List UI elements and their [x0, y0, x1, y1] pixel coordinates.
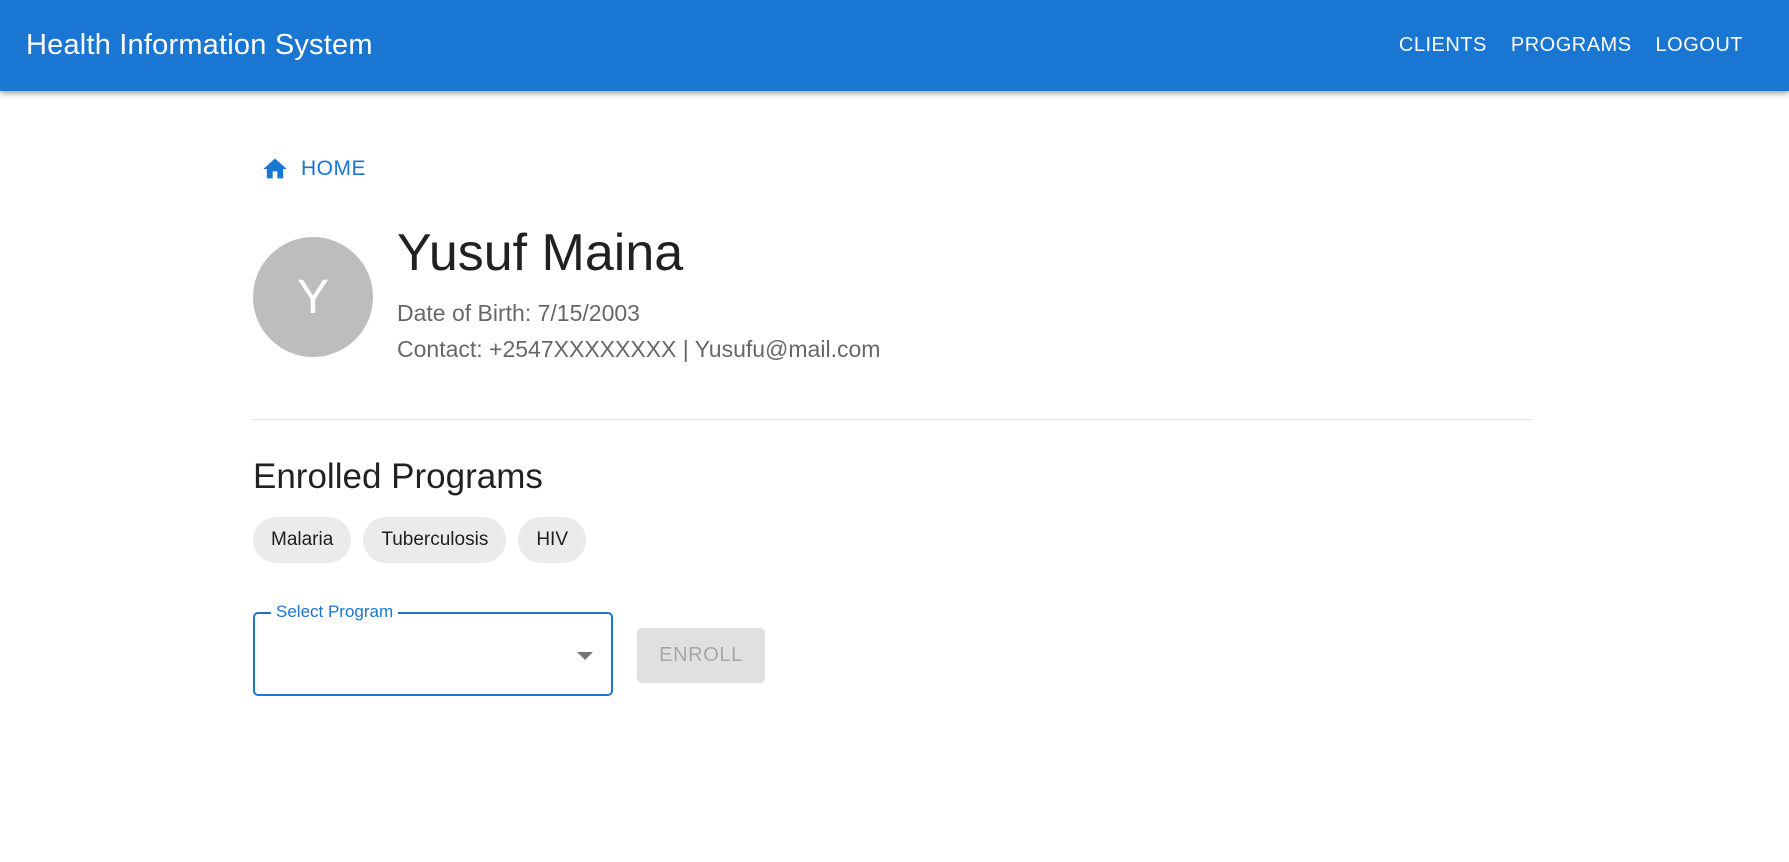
- enrolled-programs-list: Malaria Tuberculosis HIV: [253, 517, 587, 563]
- avatar: Y: [253, 237, 373, 357]
- client-profile: Y Yusuf Maina Date of Birth: 7/15/2003 C…: [253, 224, 881, 367]
- breadcrumb-label: HOME: [301, 157, 366, 180]
- select-program-label: Select Program: [271, 602, 399, 622]
- caret-down-icon: [577, 652, 593, 660]
- enroll-button[interactable]: ENROLL: [637, 628, 765, 683]
- enrolled-programs-title: Enrolled Programs: [253, 457, 543, 496]
- program-chip-hiv: HIV: [518, 517, 587, 563]
- client-info: Yusuf Maina Date of Birth: 7/15/2003 Con…: [397, 224, 881, 367]
- client-name: Yusuf Maina: [397, 224, 684, 282]
- client-contact: Contact: +2547XXXXXXXX | Yusufu@mail.com: [397, 336, 881, 362]
- divider: [253, 419, 1531, 420]
- top-nav: CLIENTS PROGRAMS LOGOUT: [1387, 24, 1755, 67]
- home-icon: [261, 155, 289, 183]
- breadcrumb-home-link[interactable]: HOME: [253, 149, 374, 189]
- nav-programs-button[interactable]: PROGRAMS: [1499, 24, 1644, 67]
- program-chip-tuberculosis: Tuberculosis: [363, 517, 507, 563]
- nav-clients-button[interactable]: CLIENTS: [1387, 24, 1499, 67]
- select-program-dropdown[interactable]: Select Program: [253, 602, 613, 696]
- program-chip-malaria: Malaria: [253, 517, 352, 563]
- nav-logout-button[interactable]: LOGOUT: [1644, 24, 1755, 67]
- app-title: Health Information System: [26, 29, 373, 61]
- client-dob: Date of Birth: 7/15/2003: [397, 300, 640, 326]
- app-bar: Health Information System CLIENTS PROGRA…: [0, 0, 1789, 91]
